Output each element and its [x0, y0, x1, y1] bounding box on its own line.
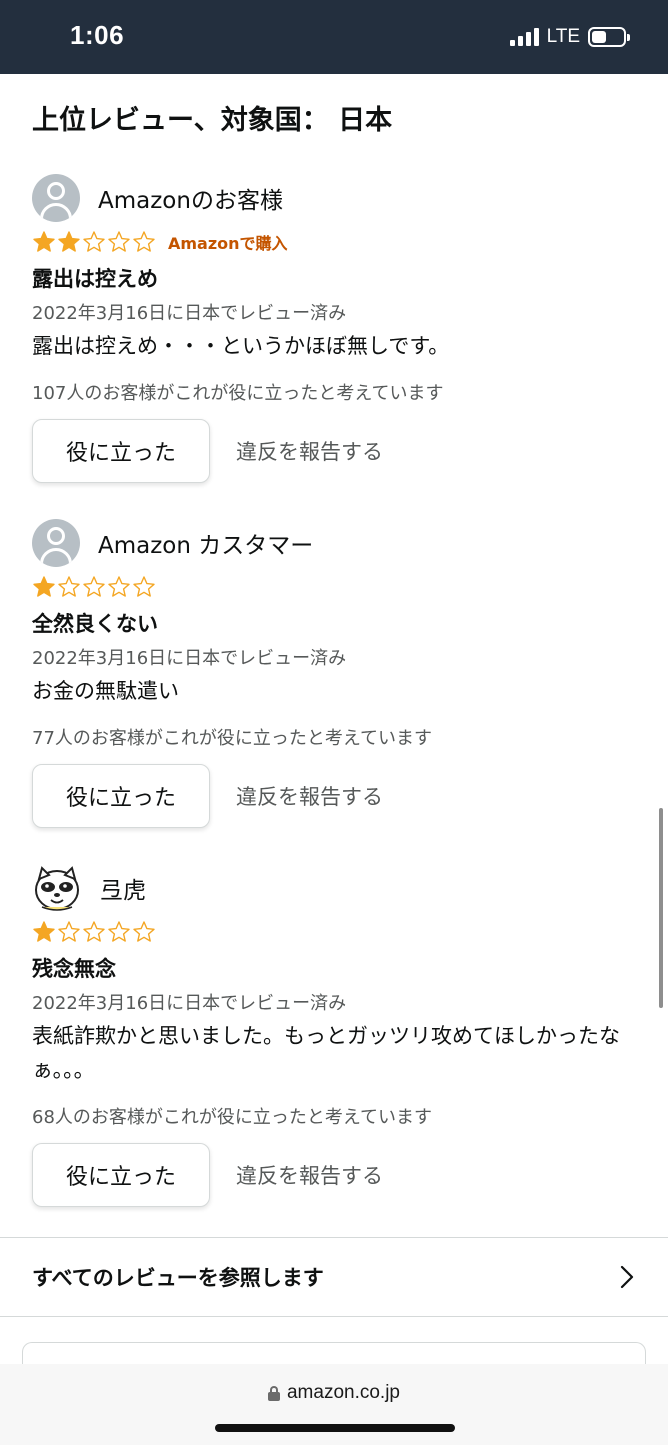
home-indicator[interactable] — [215, 1424, 455, 1432]
reviewer-row[interactable]: Amazon カスタマー — [32, 518, 632, 568]
signal-icon — [509, 28, 539, 46]
battery-level — [592, 31, 606, 43]
star-filled-icon — [58, 231, 80, 252]
default-user-icon — [32, 519, 80, 567]
review-body: 露出は控えめ・・・というかほぼ無しです。 — [32, 334, 450, 358]
default-user-icon — [32, 174, 80, 222]
star-filled-icon — [33, 231, 55, 252]
star-filled-icon — [33, 576, 55, 597]
reviewer-row[interactable]: Amazonのお客様 — [32, 173, 632, 223]
lock-icon — [267, 1385, 280, 1401]
star-empty-icon — [83, 231, 105, 252]
report-abuse-link[interactable]: 違反を報告する — [236, 1160, 383, 1190]
report-abuse-link[interactable]: 違反を報告する — [236, 436, 383, 466]
review-body: 表紙詐欺かと思いました。もっとガッツリ攻めてほしかったなぁ。。。 — [32, 1024, 620, 1082]
helpful-button[interactable]: 役に立った — [32, 419, 210, 483]
see-all-reviews-label: すべてのレビューを参照します — [32, 1266, 324, 1290]
star-empty-icon — [83, 576, 105, 597]
reviewer-name: 弖虎 — [100, 878, 146, 904]
star-empty-icon — [108, 231, 130, 252]
star-empty-icon — [58, 921, 80, 942]
star-empty-icon — [133, 231, 155, 252]
review-title[interactable]: 露出は控えめ — [32, 263, 632, 293]
report-abuse-link[interactable]: 違反を報告する — [236, 781, 383, 811]
reviewer-row[interactable]: 弖虎 — [32, 863, 632, 913]
star-empty-icon — [58, 576, 80, 597]
helpful-button[interactable]: 役に立った — [32, 1143, 210, 1207]
battery-icon — [588, 27, 630, 47]
verified-purchase-badge: Amazonで購入 — [168, 234, 288, 253]
status-time: 1:06 — [70, 20, 125, 50]
star-empty-icon — [133, 921, 155, 942]
review-card: Amazonのお客様 Amazonで購入 露出は控えめ 2022年3月16日に日… — [32, 173, 632, 483]
scrollbar[interactable] — [659, 808, 663, 1008]
star-filled-icon — [33, 921, 55, 942]
chevron-right-icon — [620, 1265, 634, 1289]
reviewer-name: Amazonのお客様 — [98, 188, 283, 214]
helpful-count: 77人のお客様がこれが役に立ったと考えています — [32, 728, 433, 749]
section-title: 上位レビュー、対象国： 日本 — [32, 105, 393, 136]
divider — [0, 1316, 668, 1317]
review-date: 2022年3月16日に日本でレビュー済み — [32, 993, 347, 1014]
star-empty-icon — [108, 576, 130, 597]
star-rating — [32, 575, 156, 599]
url-text: amazon.co.jp — [286, 1382, 400, 1403]
helpful-count: 68人のお客様がこれが役に立ったと考えています — [32, 1107, 433, 1128]
star-rating — [32, 920, 156, 944]
see-all-reviews-link[interactable]: すべてのレビューを参照します — [0, 1238, 668, 1316]
status-bar: 1:06 LTE — [0, 0, 668, 74]
review-title[interactable]: 残念無念 — [32, 953, 632, 983]
browser-url-bar[interactable]: amazon.co.jp — [0, 1364, 668, 1445]
review-date: 2022年3月16日に日本でレビュー済み — [32, 303, 347, 324]
star-empty-icon — [108, 921, 130, 942]
review-title[interactable]: 全然良くない — [32, 608, 632, 638]
star-rating — [32, 230, 156, 254]
star-empty-icon — [133, 576, 155, 597]
review-date: 2022年3月16日に日本でレビュー済み — [32, 648, 347, 669]
review-card: 弖虎 残念無念 2022年3月16日に日本でレビュー済み 表紙詐欺かと思いました… — [32, 863, 632, 1207]
helpful-count: 107人のお客様がこれが役に立ったと考えています — [32, 383, 444, 404]
status-indicators: LTE — [509, 26, 630, 48]
helpful-button[interactable]: 役に立った — [32, 764, 210, 828]
network-label: LTE — [546, 26, 580, 47]
review-card: Amazon カスタマー 全然良くない 2022年3月16日に日本でレビュー済み… — [32, 518, 632, 828]
reviewer-name: Amazon カスタマー — [98, 533, 314, 559]
star-empty-icon — [83, 921, 105, 942]
dog-avatar-icon — [32, 863, 82, 913]
review-body: お金の無駄遣い — [32, 679, 179, 703]
